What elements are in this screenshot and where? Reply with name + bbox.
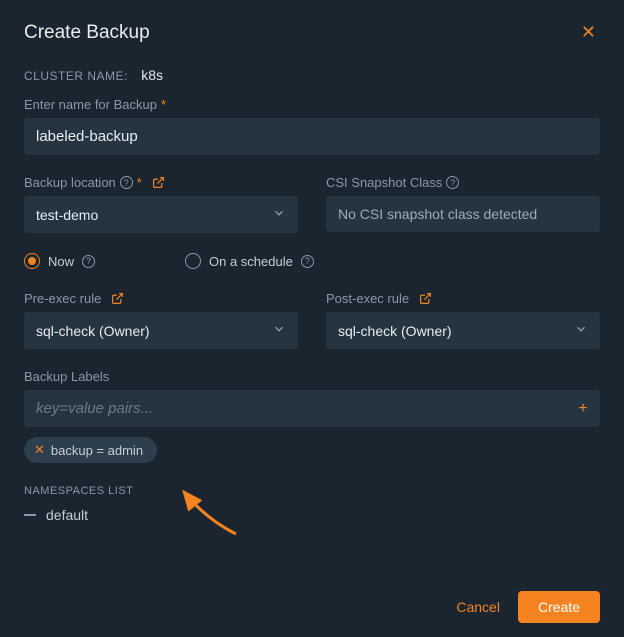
modal-footer: Cancel Create	[456, 591, 600, 623]
backup-name-label: Enter name for Backup*	[24, 97, 600, 112]
backup-location-section: Backup location ?* test-demo	[24, 175, 298, 233]
required-asterisk: *	[161, 97, 166, 112]
chevron-down-icon	[272, 322, 286, 339]
post-exec-select[interactable]: sql-check (Owner)	[326, 312, 600, 349]
csi-snapshot-label: CSI Snapshot Class ?	[326, 175, 600, 190]
modal-header: Create Backup ✕	[24, 20, 600, 45]
backup-labels-section: Backup Labels + ✕ backup = admin	[24, 369, 600, 463]
help-icon[interactable]: ?	[301, 255, 314, 268]
schedule-radio-group: Now ? On a schedule ?	[24, 253, 600, 269]
namespace-name: default	[46, 507, 88, 523]
schedule-on-schedule-label: On a schedule	[209, 254, 293, 269]
help-icon[interactable]: ?	[82, 255, 95, 268]
required-asterisk: *	[137, 175, 142, 190]
cluster-name-row: CLUSTER NAME: k8s	[24, 67, 600, 83]
backup-labels-input[interactable]	[24, 390, 566, 427]
backup-name-input[interactable]	[24, 118, 600, 155]
backup-location-label: Backup location ?*	[24, 175, 298, 190]
create-backup-modal: Create Backup ✕ CLUSTER NAME: k8s Enter …	[0, 0, 624, 543]
external-link-icon[interactable]	[152, 176, 165, 189]
cancel-button[interactable]: Cancel	[456, 599, 500, 615]
backup-location-select[interactable]: test-demo	[24, 196, 298, 233]
close-icon[interactable]: ✕	[577, 20, 600, 45]
cluster-name-value: k8s	[141, 67, 163, 83]
cluster-name-label: CLUSTER NAME:	[24, 69, 128, 83]
csi-snapshot-value: No CSI snapshot class detected	[326, 196, 600, 232]
chevron-down-icon	[272, 206, 286, 223]
radio-icon	[24, 253, 40, 269]
schedule-on-schedule-radio[interactable]: On a schedule ?	[185, 253, 314, 269]
remove-chip-icon[interactable]: ✕	[34, 442, 45, 458]
radio-icon	[185, 253, 201, 269]
external-link-icon[interactable]	[419, 292, 432, 305]
post-exec-label: Post-exec rule	[326, 291, 600, 306]
help-icon[interactable]: ?	[446, 176, 459, 189]
chevron-down-icon	[574, 322, 588, 339]
backup-location-value: test-demo	[36, 207, 98, 223]
help-icon[interactable]: ?	[120, 176, 133, 189]
schedule-now-radio[interactable]: Now ?	[24, 253, 95, 269]
pre-exec-select[interactable]: sql-check (Owner)	[24, 312, 298, 349]
pre-exec-value: sql-check (Owner)	[36, 323, 150, 339]
collapse-icon	[24, 514, 36, 516]
backup-labels-label: Backup Labels	[24, 369, 600, 384]
post-exec-section: Post-exec rule sql-check (Owner)	[326, 291, 600, 349]
schedule-now-label: Now	[48, 254, 74, 269]
namespace-item[interactable]: default	[24, 507, 600, 523]
post-exec-value: sql-check (Owner)	[338, 323, 452, 339]
csi-snapshot-section: CSI Snapshot Class ? No CSI snapshot cla…	[326, 175, 600, 233]
backup-name-section: Enter name for Backup*	[24, 97, 600, 155]
pre-exec-label: Pre-exec rule	[24, 291, 298, 306]
label-chip: ✕ backup = admin	[24, 437, 157, 463]
pre-exec-section: Pre-exec rule sql-check (Owner)	[24, 291, 298, 349]
add-label-button[interactable]: +	[566, 390, 600, 427]
external-link-icon[interactable]	[111, 292, 124, 305]
namespaces-header: NAMESPACES LIST	[24, 485, 600, 497]
label-chip-text: backup = admin	[51, 443, 143, 458]
create-button[interactable]: Create	[518, 591, 600, 623]
modal-title: Create Backup	[24, 22, 150, 44]
